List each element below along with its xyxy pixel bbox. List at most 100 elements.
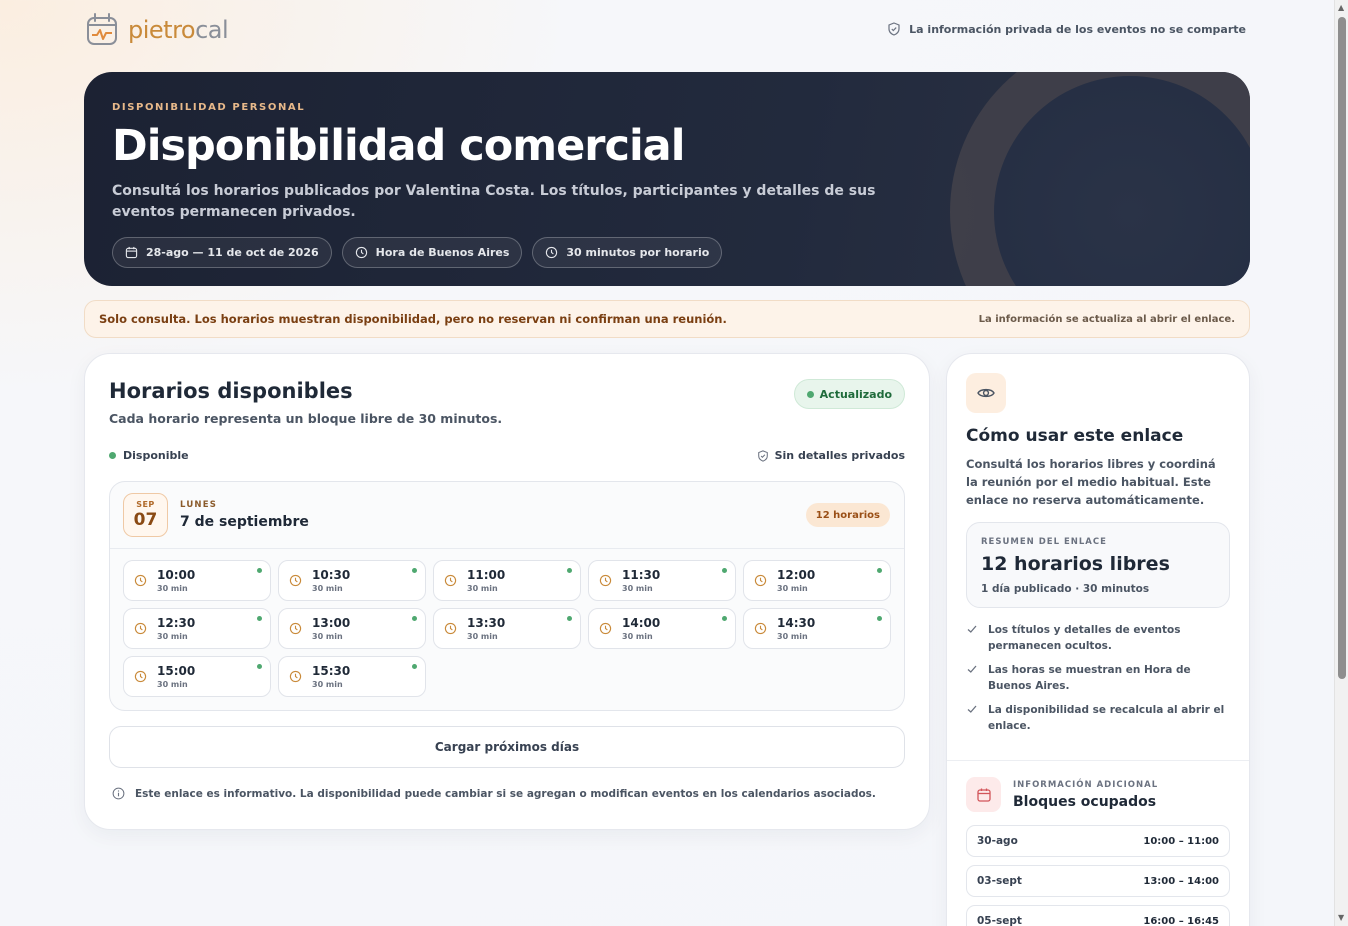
- slot-duration: 30 min: [157, 632, 188, 641]
- busy-row: 05-sept 16:00 – 16:45: [966, 905, 1230, 926]
- hero-banner: DISPONIBILIDAD PERSONAL Disponibilidad c…: [84, 72, 1250, 286]
- slot-time: 12:00: [777, 568, 816, 582]
- hero-eyebrow: DISPONIBILIDAD PERSONAL: [112, 102, 306, 113]
- slot-duration: 30 min: [467, 584, 498, 593]
- check-icon: [967, 625, 977, 633]
- busy-date: 03-sept: [977, 875, 1022, 887]
- check-text: La disponibilidad se recalcula al abrir …: [988, 704, 1225, 732]
- brand-name: pietrocal: [128, 16, 229, 44]
- time-slot[interactable]: 13:00 30 min: [278, 608, 426, 649]
- scrollbar-thumb[interactable]: [1338, 17, 1346, 679]
- eye-icon: [977, 388, 995, 398]
- clock-icon: [444, 622, 457, 635]
- busy-range: 10:00 – 11:00: [1143, 835, 1219, 847]
- available-dot-icon: [877, 568, 882, 573]
- available-dot-icon: [257, 664, 262, 669]
- slot-count-badge: 12 horarios: [805, 503, 890, 527]
- clock-icon: [355, 246, 367, 259]
- busy-title: Bloques ocupados: [1013, 793, 1157, 810]
- help-description: Consultá los horarios libres y coordiná …: [966, 457, 1216, 507]
- slot-time: 11:00: [467, 568, 506, 582]
- footnote-text: Este enlace es informativo. La disponibi…: [135, 787, 876, 800]
- slot-duration: 30 min: [312, 680, 343, 689]
- time-slot[interactable]: 12:30 30 min: [123, 608, 271, 649]
- slot-time: 13:30: [467, 616, 506, 630]
- time-slot[interactable]: 15:00 30 min: [123, 656, 271, 697]
- slot-duration: 30 min: [777, 632, 808, 641]
- help-title: Cómo usar este enlace: [966, 426, 1184, 446]
- chip-label: Hora de Buenos Aires: [375, 246, 510, 259]
- slot-duration: 30 min: [467, 632, 498, 641]
- clock-icon: [754, 574, 767, 587]
- page-title: Disponibilidad comercial: [112, 121, 685, 171]
- time-slot[interactable]: 14:00 30 min: [588, 608, 736, 649]
- slot-duration: 30 min: [622, 632, 653, 641]
- clock-icon: [289, 574, 302, 587]
- legend-available: Disponible: [123, 449, 189, 462]
- time-slot[interactable]: 12:00 30 min: [743, 560, 891, 601]
- slot-time: 15:30: [312, 664, 351, 678]
- check-icon: [967, 665, 977, 673]
- slot-time: 11:30: [622, 568, 661, 582]
- shield-icon: [888, 22, 900, 36]
- weekday-label: LUNES: [180, 500, 218, 510]
- time-slot[interactable]: 10:30 30 min: [278, 560, 426, 601]
- slot-duration: 30 min: [312, 632, 343, 641]
- clock-icon: [134, 622, 147, 635]
- time-slot[interactable]: 10:00 30 min: [123, 560, 271, 601]
- check-icon: [967, 705, 977, 713]
- top-bar: pietrocal La información privada de los …: [84, 0, 1250, 72]
- available-dot-icon: [412, 616, 417, 621]
- shield-icon: [757, 449, 768, 462]
- date-tile-month: SEP: [136, 500, 155, 509]
- readonly-notice: Solo consulta. Los horarios muestran dis…: [84, 300, 1250, 338]
- chip-timezone: Hora de Buenos Aires: [341, 237, 523, 268]
- slot-time: 15:00: [157, 664, 196, 678]
- time-slot[interactable]: 15:30 30 min: [278, 656, 426, 697]
- calendar-icon: [976, 788, 991, 802]
- available-dot-icon: [257, 568, 262, 573]
- check-item: La disponibilidad se recalcula al abrir …: [966, 702, 1230, 734]
- scroll-up-arrow-icon[interactable]: ▲: [1338, 3, 1344, 13]
- scroll-down-arrow-icon[interactable]: ▼: [1338, 913, 1344, 923]
- slot-time: 14:00: [622, 616, 661, 630]
- check-item: Los títulos y detalles de eventos perman…: [966, 622, 1230, 654]
- available-dot-icon: [567, 616, 572, 621]
- chip-label: 30 minutos por horario: [566, 246, 710, 259]
- summary-label: RESUMEN DEL ENLACE: [981, 537, 1107, 547]
- status-badge: Actualizado: [793, 379, 905, 409]
- available-dot-icon: [877, 616, 882, 621]
- slot-time: 12:30: [157, 616, 196, 630]
- slot-duration: 30 min: [157, 680, 188, 689]
- busy-date: 30-ago: [977, 835, 1018, 847]
- availability-title: Horarios disponibles: [109, 379, 353, 403]
- status-badge-label: Actualizado: [819, 387, 892, 401]
- summary-detail: 1 día publicado · 30 minutos: [981, 583, 1150, 595]
- slot-time: 14:30: [777, 616, 816, 630]
- chip-label: 28-ago — 11 de oct de 2026: [146, 246, 319, 259]
- time-slot[interactable]: 14:30 30 min: [743, 608, 891, 649]
- time-slot[interactable]: 11:30 30 min: [588, 560, 736, 601]
- busy-range: 16:00 – 16:45: [1143, 915, 1219, 926]
- calendar-tile: [966, 777, 1001, 812]
- available-dot-icon: [722, 568, 727, 573]
- slot-time: 13:00: [312, 616, 351, 630]
- busy-date: 05-sept: [977, 915, 1022, 926]
- time-slot[interactable]: 13:30 30 min: [433, 608, 581, 649]
- slot-duration: 30 min: [777, 584, 808, 593]
- vertical-scrollbar[interactable]: ▲ ▼: [1334, 0, 1348, 926]
- time-slot[interactable]: 11:00 30 min: [433, 560, 581, 601]
- logo-icon: [87, 13, 117, 45]
- load-more-button[interactable]: Cargar próximos días: [109, 726, 905, 768]
- full-date-label: 7 de septiembre: [180, 514, 309, 530]
- busy-list: 30-ago 10:00 – 11:00 03-sept 13:00 – 14:…: [966, 825, 1230, 926]
- brand[interactable]: pietrocal: [84, 11, 229, 49]
- date-tile-day: 07: [133, 510, 158, 530]
- slot-grid: 10:00 30 min 10:30 30 min 11:00 30 min 11:30 30…: [110, 549, 904, 710]
- busy-row: 03-sept 13:00 – 14:00: [966, 865, 1230, 897]
- notice-update-text: La información se actualiza al abrir el …: [978, 313, 1235, 325]
- day-header: SEP 07 LUNES 7 de septiembre 12 horarios: [110, 482, 904, 549]
- slot-time: 10:00: [157, 568, 196, 582]
- check-item: Las horas se muestran en Hora de Buenos …: [966, 662, 1230, 694]
- help-card: Cómo usar este enlace Consultá los horar…: [946, 353, 1250, 926]
